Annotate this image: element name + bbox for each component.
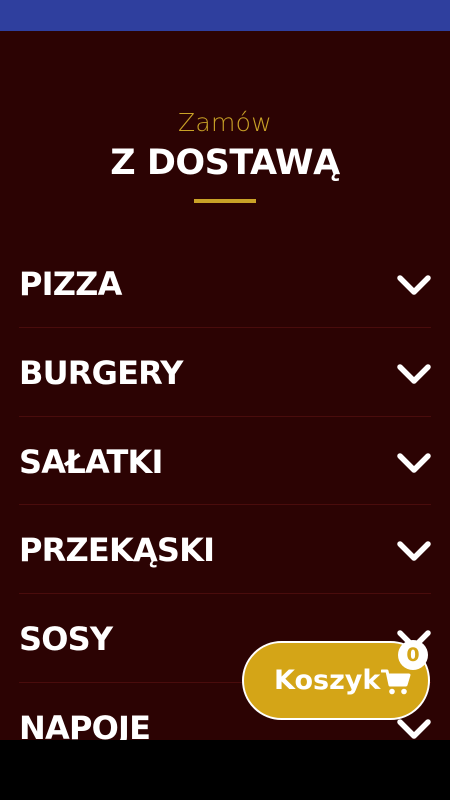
menu-item-label: SAŁATKI bbox=[19, 442, 163, 481]
cart-label: Koszyk bbox=[274, 665, 381, 696]
page-title: Z DOSTAWĄ bbox=[110, 143, 340, 183]
title-underline bbox=[194, 199, 256, 203]
menu-item-burgery[interactable]: BURGERY bbox=[0, 328, 450, 417]
menu-item-label: PRZEKĄSKI bbox=[19, 531, 215, 570]
chevron-down-icon[interactable] bbox=[396, 271, 432, 299]
page-header: Zamów Z DOSTAWĄ bbox=[0, 107, 450, 185]
menu-item-label: BURGERY bbox=[19, 353, 183, 392]
menu-item-label: NAPOJE bbox=[19, 708, 151, 740]
chevron-down-icon[interactable] bbox=[396, 360, 432, 388]
shopping-cart-icon bbox=[381, 669, 411, 695]
chevron-down-icon[interactable] bbox=[396, 537, 432, 565]
app-screen: Zamów Z DOSTAWĄ PIZZA BURGERY SAŁATKI PR… bbox=[0, 0, 450, 800]
menu-item-label: PIZZA bbox=[19, 265, 122, 303]
main-content: Zamów Z DOSTAWĄ PIZZA BURGERY SAŁATKI PR… bbox=[0, 31, 450, 740]
cart-count-badge: 0 bbox=[398, 640, 428, 670]
status-bar bbox=[0, 0, 450, 31]
page-subtitle: Zamów bbox=[177, 108, 273, 137]
navigation-bar bbox=[0, 740, 450, 800]
menu-item-przekaski[interactable]: PRZEKĄSKI bbox=[0, 505, 450, 595]
chevron-down-icon[interactable] bbox=[396, 715, 432, 740]
chevron-down-icon[interactable] bbox=[396, 449, 432, 477]
menu-item-salatki[interactable]: SAŁATKI bbox=[0, 417, 450, 506]
menu-item-label: SOSY bbox=[19, 620, 113, 659]
menu-item-pizza[interactable]: PIZZA bbox=[0, 239, 450, 328]
